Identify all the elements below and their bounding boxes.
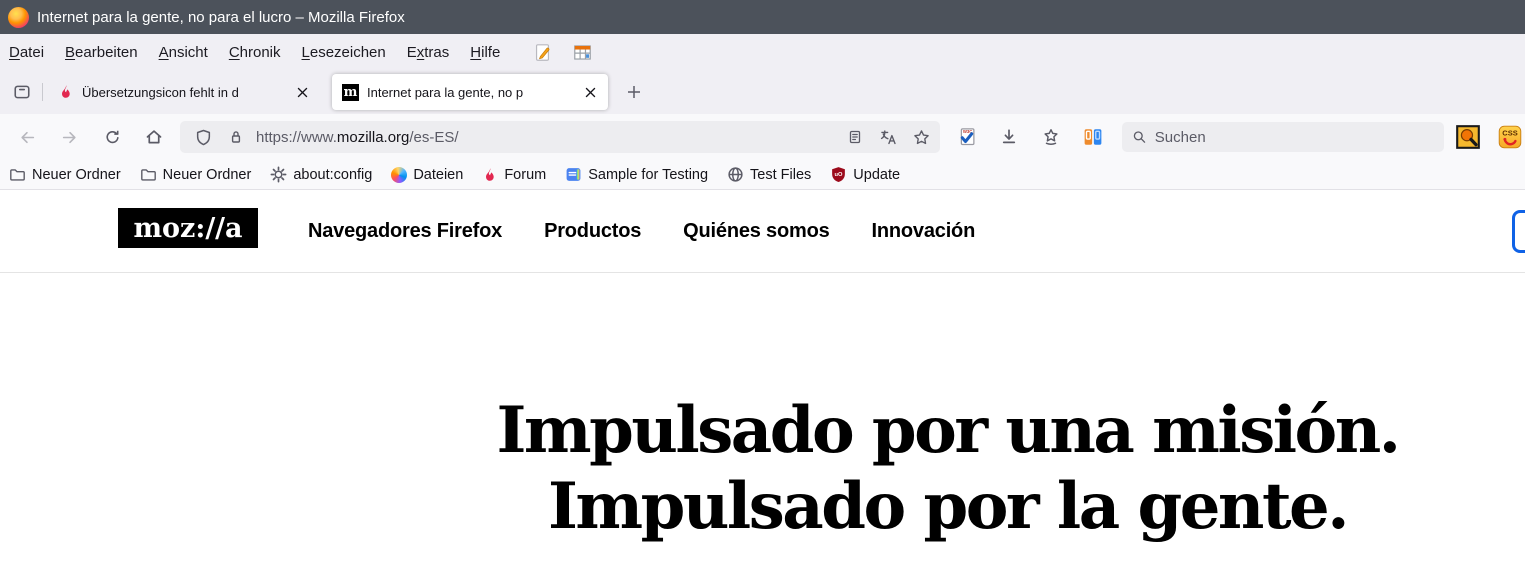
site-navigation: Navegadores Firefox Productos Quiénes so… bbox=[308, 190, 975, 272]
window-title: Internet para la gente, no para el lucro… bbox=[37, 9, 405, 26]
menu-chronik[interactable]: Chronik bbox=[229, 44, 281, 61]
menu-lesezeichen[interactable]: Lesezeichen bbox=[302, 44, 386, 61]
page-content: moz://a Navegadores Firefox Productos Qu… bbox=[0, 190, 1525, 585]
note-edit-icon[interactable] bbox=[533, 43, 552, 62]
tab-title: Internet para la gente, no p bbox=[367, 85, 572, 100]
firefox-view-icon bbox=[13, 83, 31, 101]
hero-heading: Impulsado por una misión. Impulsado por … bbox=[370, 393, 1525, 544]
hero-line-2: Impulsado por la gente. bbox=[370, 469, 1525, 545]
nav-navegadores-firefox[interactable]: Navegadores Firefox bbox=[308, 220, 502, 243]
search-bar[interactable] bbox=[1122, 122, 1444, 152]
home-button[interactable] bbox=[139, 123, 169, 151]
firefox-icon bbox=[8, 7, 29, 28]
navigation-toolbar: https://www.mozilla.org/es-ES/ W3C CSS bbox=[0, 114, 1525, 160]
search-icon bbox=[1132, 129, 1147, 145]
search-input[interactable] bbox=[1155, 129, 1434, 146]
close-icon bbox=[297, 87, 308, 98]
plus-icon bbox=[627, 85, 641, 99]
mozilla-m-icon: m bbox=[342, 84, 359, 101]
bookmarks-toolbar: Neuer Ordner Neuer Ordner about:config D… bbox=[0, 160, 1525, 190]
tab-separator bbox=[42, 83, 43, 101]
reload-icon bbox=[104, 129, 121, 146]
menu-hilfe[interactable]: Hilfe bbox=[470, 44, 500, 61]
star-base-icon bbox=[1042, 128, 1060, 146]
menu-ansicht[interactable]: Ansicht bbox=[159, 44, 208, 61]
nav-quienes-somos[interactable]: Quiénes somos bbox=[683, 220, 829, 243]
zoom-extension-icon[interactable] bbox=[1456, 125, 1480, 149]
menu-extras[interactable]: Extras bbox=[407, 44, 450, 61]
tab-close-button[interactable] bbox=[580, 82, 600, 102]
hero-line-1: Impulsado por una misión. bbox=[370, 393, 1525, 469]
url-text[interactable]: https://www.mozilla.org/es-ES/ bbox=[256, 129, 835, 146]
gear-icon bbox=[270, 166, 287, 183]
back-icon bbox=[19, 129, 36, 146]
window-titlebar: Internet para la gente, no para el lucro… bbox=[0, 0, 1525, 34]
flame-icon bbox=[482, 167, 498, 183]
tab-close-button[interactable] bbox=[292, 82, 312, 102]
star-base-button[interactable] bbox=[1036, 123, 1066, 151]
menu-datei[interactable]: Datei bbox=[9, 44, 44, 61]
lock-icon[interactable] bbox=[223, 124, 249, 150]
folder-icon bbox=[9, 166, 26, 183]
forward-button[interactable] bbox=[54, 123, 84, 151]
tab-uebersetzungsicon[interactable]: Übersetzungsicon fehlt in d bbox=[48, 74, 320, 110]
home-icon bbox=[145, 128, 163, 146]
nav-innovacion[interactable]: Innovación bbox=[872, 220, 976, 243]
menu-bar: Datei Bearbeiten Ansicht Chronik Lesezei… bbox=[0, 34, 1525, 70]
close-icon bbox=[585, 87, 596, 98]
tab-title: Übersetzungsicon fehlt in d bbox=[82, 85, 284, 100]
css-validator-icon[interactable]: CSS bbox=[1498, 125, 1522, 149]
nav-productos[interactable]: Productos bbox=[544, 220, 641, 243]
table-icon[interactable] bbox=[573, 43, 592, 62]
tab-mozilla-active[interactable]: m Internet para la gente, no p bbox=[332, 74, 608, 110]
svg-text:CSS: CSS bbox=[1502, 129, 1517, 138]
bookmark-folder-neuer-ordner-2[interactable]: Neuer Ordner bbox=[140, 166, 252, 183]
bookmark-dateien[interactable]: Dateien bbox=[391, 167, 463, 183]
bookmark-forum[interactable]: Forum bbox=[482, 167, 546, 183]
forward-icon bbox=[61, 129, 78, 146]
blue-book-icon bbox=[565, 166, 582, 183]
reader-mode-icon[interactable] bbox=[842, 124, 868, 150]
fontanello-icon bbox=[1083, 127, 1103, 147]
folder-icon bbox=[140, 166, 157, 183]
bookmark-folder-neuer-ordner-1[interactable]: Neuer Ordner bbox=[9, 166, 121, 183]
back-button[interactable] bbox=[12, 123, 42, 151]
bookmark-update[interactable]: uO Update bbox=[830, 166, 900, 183]
mozilla-logo[interactable]: moz://a bbox=[118, 208, 258, 248]
globe-icon bbox=[727, 166, 744, 183]
translate-icon[interactable] bbox=[875, 124, 901, 150]
downloads-button[interactable] bbox=[994, 123, 1024, 151]
download-icon bbox=[1000, 128, 1018, 146]
menu-bearbeiten[interactable]: Bearbeiten bbox=[65, 44, 138, 61]
w3c-validator-icon: W3C bbox=[957, 127, 977, 147]
address-bar[interactable]: https://www.mozilla.org/es-ES/ bbox=[180, 121, 940, 153]
bookmark-sample-for-testing[interactable]: Sample for Testing bbox=[565, 166, 708, 183]
site-header: moz://a Navegadores Firefox Productos Qu… bbox=[0, 190, 1525, 273]
flame-icon bbox=[58, 84, 74, 100]
new-tab-button[interactable] bbox=[620, 78, 648, 106]
fontanello-button[interactable] bbox=[1078, 123, 1108, 151]
firefox-colorful-icon bbox=[391, 167, 407, 183]
bookmark-star-icon[interactable] bbox=[908, 124, 934, 150]
tracking-shield-icon[interactable] bbox=[190, 124, 216, 150]
reload-button[interactable] bbox=[97, 123, 127, 151]
svg-text:uO: uO bbox=[835, 172, 843, 178]
w3c-validator-button[interactable]: W3C bbox=[952, 123, 982, 151]
bookmark-test-files[interactable]: Test Files bbox=[727, 166, 811, 183]
ublock-shield-icon: uO bbox=[830, 166, 847, 183]
tab-bar: Übersetzungsicon fehlt in d m Internet p… bbox=[0, 70, 1525, 114]
download-firefox-button[interactable] bbox=[1512, 210, 1525, 253]
bookmark-about-config[interactable]: about:config bbox=[270, 166, 372, 183]
firefox-view-button[interactable] bbox=[8, 78, 36, 106]
